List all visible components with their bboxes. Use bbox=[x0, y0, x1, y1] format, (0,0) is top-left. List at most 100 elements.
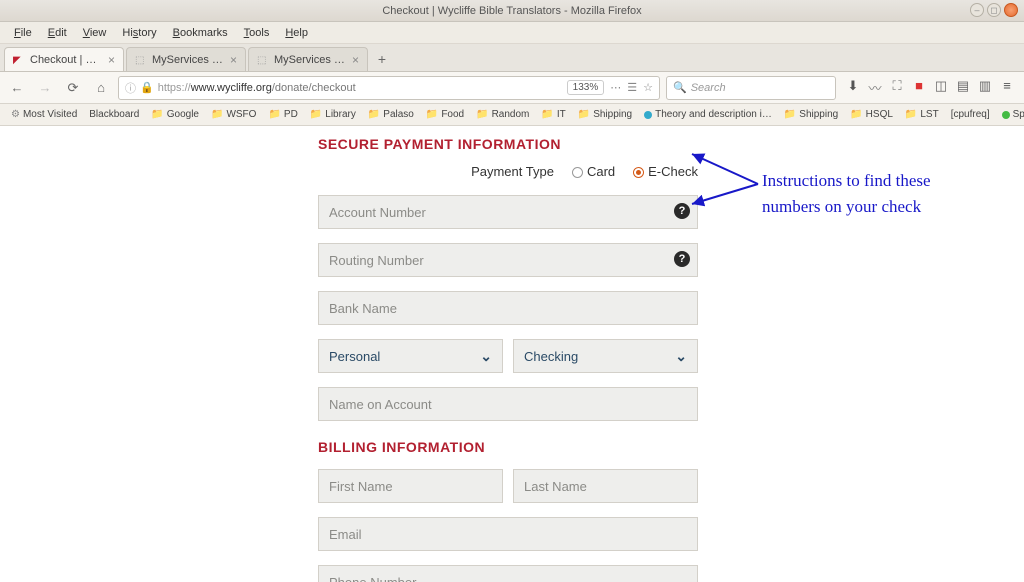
back-button[interactable]: ← bbox=[6, 77, 28, 99]
bookmark-item[interactable]: Theory and description i… bbox=[639, 107, 777, 122]
tab-close-icon[interactable]: × bbox=[108, 53, 115, 67]
chevron-down-icon: ⌄ bbox=[480, 348, 492, 365]
search-box[interactable]: 🔍 Search bbox=[666, 76, 836, 100]
tab-0[interactable]: Checkout | Wycliffe Bible T × bbox=[4, 47, 124, 71]
menu-file[interactable]: File bbox=[6, 24, 40, 42]
favicon-icon bbox=[135, 54, 147, 66]
bookmark-item[interactable]: Blackboard bbox=[84, 107, 144, 122]
identity-icon[interactable]: ⓘ bbox=[125, 80, 136, 96]
favicon-icon bbox=[257, 54, 269, 66]
sidebar-icon[interactable] bbox=[978, 78, 992, 97]
email-input[interactable] bbox=[318, 517, 698, 551]
routing-number-input[interactable] bbox=[318, 243, 698, 277]
minimize-button[interactable]: – bbox=[970, 3, 984, 17]
home-button[interactable]: ⌂ bbox=[90, 77, 112, 99]
bookmark-label: Most Visited bbox=[23, 109, 77, 120]
bookmark-item[interactable]: WSFO bbox=[206, 107, 261, 122]
annotation-text: Instructions to find these numbers on yo… bbox=[762, 168, 931, 219]
bookmark-item[interactable]: HSQL bbox=[845, 107, 898, 122]
bookmark-item[interactable]: Library bbox=[305, 107, 361, 122]
menu-history[interactable]: History bbox=[114, 24, 164, 42]
menu-edit[interactable]: Edit bbox=[40, 24, 75, 42]
reader-icon[interactable]: ☰ bbox=[627, 81, 637, 94]
select-value: Checking bbox=[524, 349, 578, 364]
search-engine-icon: 🔍 bbox=[673, 81, 687, 94]
bookmark-item[interactable]: Speedtest by Ookla - The … bbox=[997, 107, 1024, 122]
bookmark-label: Palaso bbox=[383, 109, 414, 120]
payment-type-row: Payment Type Card E-Check bbox=[318, 164, 698, 179]
payment-type-label: Payment Type bbox=[471, 164, 554, 179]
bookmark-item[interactable]: Random bbox=[471, 107, 534, 122]
phone-field bbox=[318, 565, 698, 582]
menu-bookmarks[interactable]: Bookmarks bbox=[165, 24, 236, 42]
bookmark-label: HSQL bbox=[866, 109, 893, 120]
radio-icon bbox=[572, 167, 583, 178]
bookmark-item[interactable]: [cpufreq] bbox=[946, 107, 995, 122]
ext-icon-4[interactable] bbox=[934, 78, 948, 97]
name-on-account-field bbox=[318, 387, 698, 421]
hamburger-menu-icon[interactable] bbox=[1000, 78, 1014, 97]
tab-1[interactable]: MyServices - MyDonationHisto × bbox=[126, 47, 246, 71]
phone-input[interactable] bbox=[318, 565, 698, 582]
forward-button[interactable]: → bbox=[34, 77, 56, 99]
payment-type-card[interactable]: Card bbox=[572, 164, 615, 179]
first-name-input[interactable] bbox=[318, 469, 503, 503]
bookmark-label: Speedtest by Ookla - The … bbox=[1013, 109, 1024, 120]
bookmark-label: Library bbox=[325, 109, 356, 120]
tab-title: Checkout | Wycliffe Bible T bbox=[30, 54, 103, 66]
bookmark-item[interactable]: Food bbox=[421, 107, 469, 122]
account-owner-select[interactable]: Personal ⌄ bbox=[318, 339, 503, 373]
tab-2[interactable]: MyServices - ViewDonorHisto × bbox=[248, 47, 368, 71]
menu-help[interactable]: Help bbox=[277, 24, 316, 42]
ext-icon-1[interactable] bbox=[868, 78, 882, 97]
bookmark-item[interactable]: IT bbox=[536, 107, 570, 122]
bookmark-item[interactable]: Palaso bbox=[363, 107, 419, 122]
tab-close-icon[interactable]: × bbox=[352, 53, 359, 67]
url-host: www.wycliffe.org bbox=[191, 82, 272, 94]
close-window-button[interactable] bbox=[1004, 3, 1018, 17]
bookmark-label: [cpufreq] bbox=[951, 109, 990, 120]
maximize-button[interactable]: ◻ bbox=[987, 3, 1001, 17]
menu-tools[interactable]: Tools bbox=[236, 24, 278, 42]
bookmark-item[interactable]: Google bbox=[146, 107, 204, 122]
bookmark-label: Shipping bbox=[593, 109, 632, 120]
url-protocol: https:// bbox=[158, 82, 191, 94]
tab-close-icon[interactable]: × bbox=[230, 53, 237, 67]
bookmark-label: Theory and description i… bbox=[655, 109, 772, 120]
bank-name-field bbox=[318, 291, 698, 325]
zoom-badge[interactable]: 133% bbox=[567, 80, 605, 95]
bookmark-label: Google bbox=[167, 109, 199, 120]
page-actions-icon[interactable]: ⋯ bbox=[610, 81, 621, 94]
menu-view[interactable]: View bbox=[75, 24, 115, 42]
checkout-form: SECURE PAYMENT INFORMATION Payment Type … bbox=[318, 126, 698, 582]
bookmark-item[interactable]: Shipping bbox=[779, 107, 843, 122]
account-number-input[interactable] bbox=[318, 195, 698, 229]
new-tab-button[interactable]: + bbox=[370, 51, 394, 71]
url-path: /donate/checkout bbox=[272, 82, 356, 94]
account-kind-select[interactable]: Checking ⌄ bbox=[513, 339, 698, 373]
routing-help-icon[interactable]: ? bbox=[674, 251, 690, 267]
favicon-icon bbox=[13, 54, 25, 66]
bookmark-item[interactable]: Most Visited bbox=[6, 107, 82, 122]
bank-name-input[interactable] bbox=[318, 291, 698, 325]
page-content: SECURE PAYMENT INFORMATION Payment Type … bbox=[0, 126, 1024, 582]
last-name-input[interactable] bbox=[513, 469, 698, 503]
window-controls: – ◻ bbox=[970, 3, 1018, 17]
library-icon[interactable] bbox=[956, 78, 970, 97]
bookmark-star-icon[interactable]: ☆ bbox=[643, 81, 653, 94]
bookmark-item[interactable]: PD bbox=[263, 107, 302, 122]
bookmark-item[interactable]: LST bbox=[900, 107, 944, 122]
chevron-down-icon: ⌄ bbox=[675, 348, 687, 365]
secure-payment-heading: SECURE PAYMENT INFORMATION bbox=[318, 136, 698, 152]
bookmark-item[interactable]: Shipping bbox=[573, 107, 637, 122]
ext-icon-3[interactable] bbox=[912, 78, 926, 97]
reload-button[interactable]: ⟳ bbox=[62, 77, 84, 99]
name-on-account-input[interactable] bbox=[318, 387, 698, 421]
bookmark-label: Random bbox=[492, 109, 530, 120]
ext-icon-2[interactable] bbox=[890, 78, 904, 97]
url-bar[interactable]: ⓘ 🔒 https://www.wycliffe.org/donate/chec… bbox=[118, 76, 660, 100]
routing-number-field: ? bbox=[318, 243, 698, 277]
tab-title: MyServices - ViewDonorHisto bbox=[274, 54, 347, 66]
tabstrip: Checkout | Wycliffe Bible T × MyServices… bbox=[0, 44, 1024, 72]
downloads-icon[interactable] bbox=[846, 78, 860, 97]
